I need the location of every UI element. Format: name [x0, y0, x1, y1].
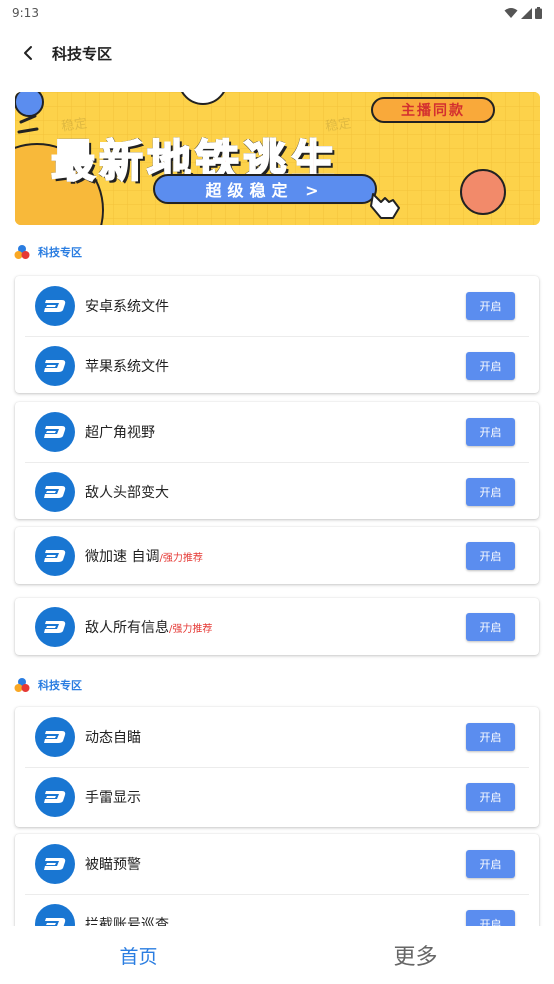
- enable-button[interactable]: 开启: [466, 723, 515, 751]
- banner-pill: 超级稳定 >: [153, 174, 377, 204]
- enable-button[interactable]: 开启: [466, 612, 515, 641]
- wifi-icon: [504, 8, 518, 18]
- enable-button[interactable]: 开启: [466, 783, 515, 811]
- feature-label: 手雷显示: [85, 790, 141, 806]
- dash-logo-icon: [35, 346, 75, 386]
- nav-more-tab[interactable]: 更多: [277, 926, 554, 984]
- feature-label: 被瞄预警: [85, 857, 141, 873]
- nav-home-tab[interactable]: 首页: [0, 926, 277, 984]
- feature-row: 苹果系统文件 开启: [15, 336, 539, 393]
- dash-logo-icon: [35, 535, 75, 576]
- section-header-2: 科技专区: [14, 677, 82, 693]
- feature-row: 安卓系统文件 开启: [15, 276, 539, 336]
- status-bar: 9:13: [0, 0, 554, 26]
- feature-label: 安卓系统文件: [85, 299, 169, 315]
- enable-button[interactable]: 开启: [466, 352, 515, 380]
- feature-row: 微加速 自调/强力推荐 开启: [15, 527, 539, 584]
- enable-button[interactable]: 开启: [466, 910, 515, 926]
- feature-row: 拦截账号巡查 开启: [15, 894, 539, 926]
- top-app-bar: 科技专区: [0, 26, 554, 80]
- dash-logo-icon: [35, 717, 75, 757]
- dash-logo-icon: [35, 904, 75, 926]
- recommend-note: /强力推荐: [169, 623, 213, 635]
- bottom-navigation: 首页 更多: [0, 926, 554, 984]
- dash-logo-icon: [35, 844, 75, 884]
- enable-button[interactable]: 开启: [466, 478, 515, 506]
- section-header-1: 科技专区: [14, 244, 82, 260]
- back-button[interactable]: [16, 41, 40, 65]
- recommend-note: /强力推荐: [159, 552, 203, 564]
- promo-banner[interactable]: 稳定 稳定 主播同款 最新地铁逃生 超级稳定 >: [15, 92, 540, 225]
- section-title: 科技专区: [38, 679, 82, 692]
- battery-icon: [535, 7, 542, 19]
- enable-button[interactable]: 开启: [466, 418, 515, 446]
- enable-button[interactable]: 开启: [466, 292, 515, 320]
- feature-card: 安卓系统文件 开启 苹果系统文件 开启: [15, 276, 539, 393]
- feature-label: 敌人头部变大: [85, 485, 169, 501]
- status-time: 9:13: [12, 6, 39, 20]
- feature-row: 超广角视野 开启: [15, 402, 539, 462]
- enable-button[interactable]: 开启: [466, 541, 515, 570]
- section-title: 科技专区: [38, 246, 82, 259]
- feature-card: 敌人所有信息/强力推荐 开启: [15, 598, 539, 655]
- feature-label: 微加速 自调/强力推荐: [85, 548, 203, 565]
- back-arrow-icon: [24, 46, 32, 60]
- feature-row: 被瞄预警 开启: [15, 834, 539, 894]
- content-scroll[interactable]: 稳定 稳定 主播同款 最新地铁逃生 超级稳定 > 科技专区 安卓系统文件 开启 …: [0, 92, 554, 926]
- flower-logo-icon: [14, 678, 30, 692]
- feature-label: 苹果系统文件: [85, 359, 169, 375]
- hand-pointer-icon: [370, 193, 400, 219]
- enable-button[interactable]: 开启: [466, 850, 515, 878]
- dash-logo-icon: [35, 286, 75, 326]
- dash-logo-icon: [35, 606, 75, 647]
- feature-label: 拦截账号巡查: [85, 917, 169, 926]
- feature-label: 动态自瞄: [85, 730, 141, 746]
- flower-logo-icon: [14, 245, 30, 259]
- feature-card: 超广角视野 开启 敌人头部变大 开启: [15, 402, 539, 519]
- banner-tag: 主播同款: [371, 97, 495, 123]
- feature-row: 动态自瞄 开启: [15, 707, 539, 767]
- dash-logo-icon: [35, 412, 75, 452]
- feature-row: 敌人所有信息/强力推荐 开启: [15, 598, 539, 655]
- signal-icon: [521, 7, 532, 19]
- dash-logo-icon: [35, 472, 75, 512]
- feature-row: 敌人头部变大 开启: [15, 462, 539, 519]
- feature-card: 被瞄预警 开启 拦截账号巡查 开启: [15, 834, 539, 926]
- feature-card: 微加速 自调/强力推荐 开启: [15, 527, 539, 584]
- feature-label: 敌人所有信息/强力推荐: [85, 619, 213, 636]
- page-title: 科技专区: [52, 44, 113, 63]
- dash-logo-icon: [35, 777, 75, 817]
- feature-card: 动态自瞄 开启 手雷显示 开启: [15, 707, 539, 827]
- feature-row: 手雷显示 开启: [15, 767, 539, 827]
- feature-label: 超广角视野: [85, 425, 155, 441]
